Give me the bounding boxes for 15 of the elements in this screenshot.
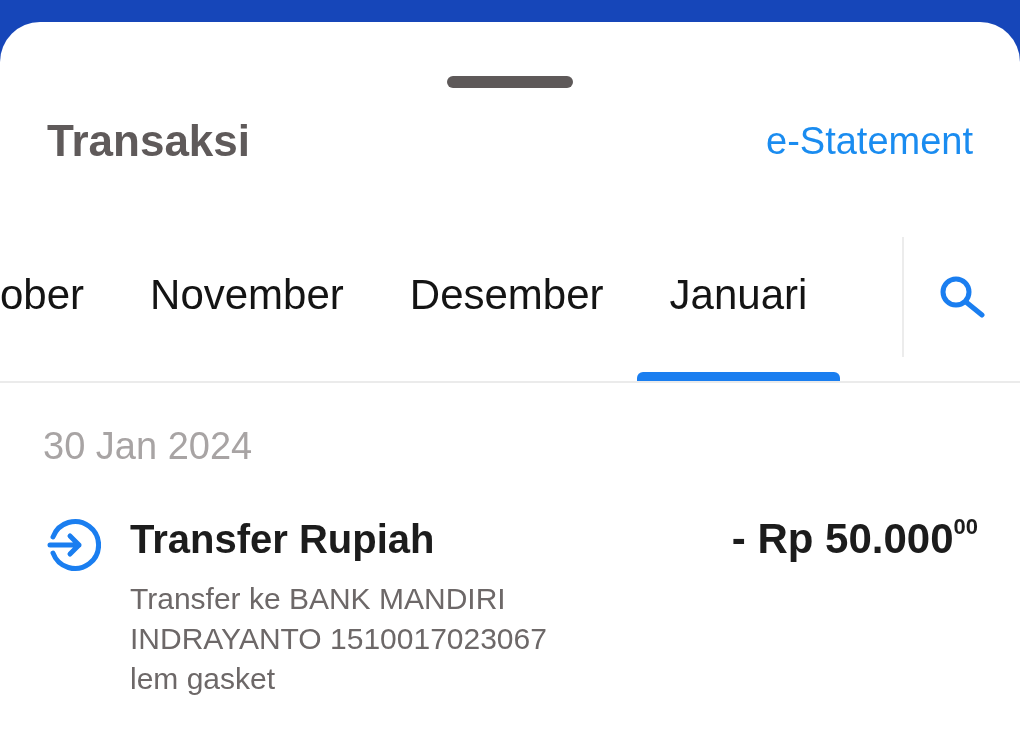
transaction-detail: INDRAYANTO 1510017023067 — [130, 621, 548, 657]
circle-arrow-icon — [47, 518, 101, 572]
transaction-detail: Transfer ke BANK MANDIRI — [130, 581, 507, 617]
page-title: Transaksi — [47, 116, 251, 166]
date-heading: 30 Jan 2024 — [43, 424, 254, 469]
month-tab[interactable]: Desember — [376, 237, 637, 381]
search-icon — [939, 276, 985, 318]
month-tab[interactable]: Januari — [636, 237, 841, 381]
month-tab[interactable]: ober — [0, 237, 118, 381]
drag-handle[interactable] — [447, 76, 573, 88]
transaction-detail: lem gasket — [130, 661, 277, 697]
transaction-amount: - Rp 50.000$^{00}$ — [731, 515, 978, 563]
transaction-title: Transfer Rupiah — [130, 516, 435, 563]
transaction-row[interactable]: Transfer Rupiah - Rp 50.000$^{00}$ Transfer ke BANK MANDIRI INDRAYANTO 1510017023067 lem gasket — [0, 515, 1020, 699]
month-tab[interactable]: November — [117, 237, 377, 381]
